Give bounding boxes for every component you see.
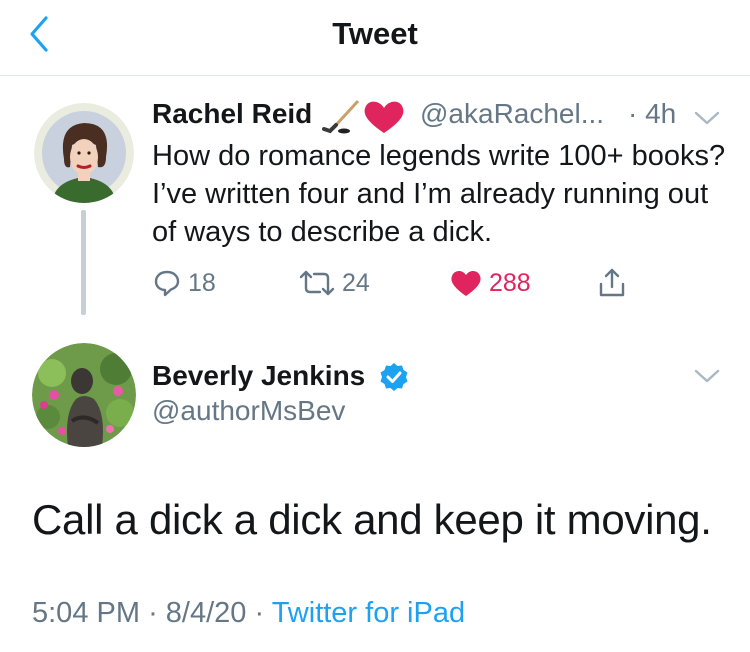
- thread-connector-line: [81, 210, 86, 315]
- tweet-timestamp[interactable]: · 4h: [628, 98, 676, 130]
- chevron-down-icon[interactable]: [693, 108, 721, 128]
- retweet-button[interactable]: 24: [298, 266, 370, 300]
- author-handle[interactable]: @authorMsBev: [152, 395, 345, 427]
- meta-separator: ·: [254, 597, 272, 629]
- hockey-stick-emoji: [322, 99, 404, 134]
- tweet-text: Call a dick a dick and keep it moving.: [32, 496, 712, 543]
- tweet-source-link[interactable]: Twitter for iPad: [272, 597, 465, 629]
- like-count: 288: [489, 268, 531, 297]
- reply-button[interactable]: 18: [152, 266, 216, 300]
- retweet-icon: [299, 270, 335, 296]
- tweet-meta: 5:04 PM · 8/4/20 · Twitter for iPad: [32, 597, 465, 630]
- name-emojis: [322, 97, 408, 135]
- avatar-rachel-reid[interactable]: [34, 103, 134, 203]
- author-handle[interactable]: @akaRachel...: [420, 98, 604, 130]
- top-bar: Tweet: [0, 0, 750, 76]
- tweet-date: 8/4/20: [165, 597, 247, 629]
- like-button[interactable]: 288: [449, 266, 531, 300]
- meta-separator: ·: [148, 597, 166, 629]
- reply-icon: [154, 270, 180, 297]
- share-icon: [599, 268, 625, 297]
- chevron-down-icon[interactable]: [693, 366, 721, 386]
- share-button[interactable]: [596, 266, 628, 300]
- tweet-text: How do romance legends write 100+ books?…: [152, 140, 726, 248]
- tweet-time: 5:04 PM: [32, 597, 140, 629]
- author-name[interactable]: Rachel Reid: [152, 98, 312, 130]
- retweet-count: 24: [342, 268, 370, 297]
- red-heart-emoji: [364, 101, 404, 133]
- verified-badge-icon: [379, 362, 409, 392]
- author-name[interactable]: Beverly Jenkins: [152, 360, 365, 392]
- reply-count: 18: [188, 268, 216, 297]
- avatar-beverly-jenkins[interactable]: [32, 343, 136, 447]
- page-title: Tweet: [332, 16, 418, 51]
- heart-filled-icon: [451, 270, 481, 296]
